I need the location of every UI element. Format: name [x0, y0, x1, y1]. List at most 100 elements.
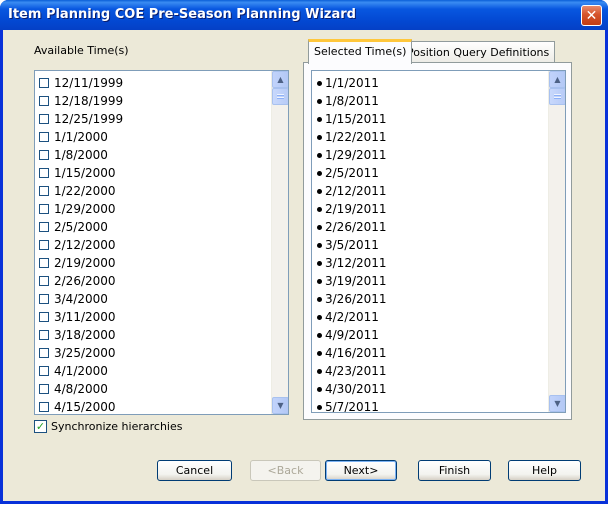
title-bar[interactable]: Item Planning COE Pre-Season Planning Wi…	[0, 0, 608, 30]
bullet-icon	[317, 170, 322, 176]
selected-time-item[interactable]: 3/26/2011	[312, 290, 548, 308]
item-checkbox[interactable]	[39, 132, 49, 142]
back-button[interactable]: <Back	[250, 460, 321, 481]
item-label: 2/26/2011	[325, 220, 387, 234]
item-checkbox[interactable]	[39, 204, 49, 214]
available-time-item[interactable]: 3/18/2000	[35, 326, 271, 344]
available-time-item[interactable]: 3/4/2000	[35, 290, 271, 308]
item-checkbox[interactable]	[39, 186, 49, 196]
close-button[interactable]: ✕	[581, 5, 602, 26]
item-checkbox[interactable]	[39, 366, 49, 376]
selected-time-item[interactable]: 1/22/2011	[312, 128, 548, 146]
selected-time-item[interactable]: 4/16/2011	[312, 344, 548, 362]
bullet-icon	[317, 134, 322, 140]
available-time-item[interactable]: 3/11/2000	[35, 308, 271, 326]
tab-position-query-definitions[interactable]: Position Query Definitions	[401, 41, 556, 63]
item-checkbox[interactable]	[39, 330, 49, 340]
selected-time-item[interactable]: 3/12/2011	[312, 254, 548, 272]
item-checkbox[interactable]	[39, 114, 49, 124]
available-time-item[interactable]: 1/29/2000	[35, 200, 271, 218]
item-checkbox[interactable]	[39, 294, 49, 304]
item-checkbox[interactable]	[39, 312, 49, 322]
help-button[interactable]: Help	[508, 460, 581, 481]
item-checkbox[interactable]	[39, 402, 49, 412]
synchronize-hierarchies[interactable]: ✓ Synchronize hierarchies	[34, 420, 182, 433]
selected-time-item[interactable]: 4/23/2011	[312, 362, 548, 380]
bullet-icon	[317, 260, 322, 266]
available-time-item[interactable]: 4/15/2000	[35, 398, 271, 414]
available-time-item[interactable]: 2/19/2000	[35, 254, 271, 272]
item-label: 2/5/2011	[325, 166, 379, 180]
item-checkbox[interactable]	[39, 78, 49, 88]
bullet-icon	[317, 314, 322, 320]
selected-time-item[interactable]: 1/1/2011	[312, 74, 548, 92]
available-time-item[interactable]: 2/5/2000	[35, 218, 271, 236]
item-label: 12/25/1999	[54, 112, 124, 126]
synchronize-label: Synchronize hierarchies	[51, 420, 183, 433]
item-label: 4/15/2000	[54, 400, 116, 414]
item-checkbox[interactable]	[39, 240, 49, 250]
scroll-thumb[interactable]	[549, 88, 565, 105]
available-time-item[interactable]: 1/8/2000	[35, 146, 271, 164]
checkmark-icon: ✓	[35, 420, 46, 433]
available-time-item[interactable]: 4/1/2000	[35, 362, 271, 380]
item-checkbox[interactable]	[39, 348, 49, 358]
item-checkbox[interactable]	[39, 258, 49, 268]
selected-time-item[interactable]: 2/19/2011	[312, 200, 548, 218]
selected-time-item[interactable]: 3/5/2011	[312, 236, 548, 254]
selected-time-item[interactable]: 1/8/2011	[312, 92, 548, 110]
bullet-icon	[317, 350, 322, 356]
scroll-up-button[interactable]: ▲	[549, 71, 565, 88]
available-time-item[interactable]: 1/1/2000	[35, 128, 271, 146]
close-icon: ✕	[585, 7, 598, 24]
item-label: 3/11/2000	[54, 310, 116, 324]
selected-time-item[interactable]: 2/12/2011	[312, 182, 548, 200]
synchronize-checkbox[interactable]: ✓	[34, 420, 47, 433]
tab-selected-times[interactable]: Selected Time(s)	[308, 39, 413, 64]
cancel-button[interactable]: Cancel	[157, 460, 232, 481]
available-time-item[interactable]: 3/25/2000	[35, 344, 271, 362]
item-checkbox[interactable]	[39, 150, 49, 160]
scroll-down-button[interactable]: ▼	[549, 395, 565, 412]
item-label: 4/30/2011	[325, 382, 387, 396]
selected-time-item[interactable]: 2/5/2011	[312, 164, 548, 182]
selected-time-item[interactable]: 4/9/2011	[312, 326, 548, 344]
available-times-list[interactable]: 12/11/1999 12/18/1999 12/25/1999 1/1/2000 1/…	[34, 70, 289, 415]
available-time-item[interactable]: 12/18/1999	[35, 92, 271, 110]
item-checkbox[interactable]	[39, 276, 49, 286]
bullet-icon	[317, 386, 322, 392]
item-label: 1/8/2011	[325, 94, 379, 108]
available-time-item[interactable]: 12/11/1999	[35, 74, 271, 92]
selected-times-list[interactable]: 1/1/2011 1/8/2011 1/15/2011 1/22/2011 1/29/2…	[311, 70, 566, 413]
available-list-scrollbar[interactable]: ▲ ▼	[271, 71, 288, 414]
item-checkbox[interactable]	[39, 168, 49, 178]
item-checkbox[interactable]	[39, 96, 49, 106]
item-label: 3/26/2011	[325, 292, 387, 306]
available-time-item[interactable]: 4/8/2000	[35, 380, 271, 398]
selected-time-item[interactable]: 4/30/2011	[312, 380, 548, 398]
selected-time-item[interactable]: 2/26/2011	[312, 218, 548, 236]
available-time-item[interactable]: 1/22/2000	[35, 182, 271, 200]
selected-time-item[interactable]: 1/15/2011	[312, 110, 548, 128]
available-time-item[interactable]: 2/12/2000	[35, 236, 271, 254]
item-label: 4/9/2011	[325, 328, 379, 342]
finish-button[interactable]: Finish	[418, 460, 491, 481]
available-time-item[interactable]: 1/15/2000	[35, 164, 271, 182]
chevron-up-icon: ▲	[554, 74, 561, 84]
item-label: 3/25/2000	[54, 346, 116, 360]
selected-list-scrollbar[interactable]: ▲ ▼	[548, 71, 565, 412]
selected-time-item[interactable]: 4/2/2011	[312, 308, 548, 326]
scroll-up-button[interactable]: ▲	[272, 71, 288, 88]
chevron-up-icon: ▲	[277, 74, 284, 84]
dialog-client-area: Available Time(s) 12/11/1999 12/18/1999 12…	[3, 30, 605, 501]
item-checkbox[interactable]	[39, 384, 49, 394]
item-checkbox[interactable]	[39, 222, 49, 232]
selected-time-item[interactable]: 3/19/2011	[312, 272, 548, 290]
available-time-item[interactable]: 12/25/1999	[35, 110, 271, 128]
scroll-thumb[interactable]	[272, 88, 288, 105]
available-time-item[interactable]: 2/26/2000	[35, 272, 271, 290]
next-button[interactable]: Next>	[325, 460, 397, 481]
selected-time-item[interactable]: 1/29/2011	[312, 146, 548, 164]
scroll-down-button[interactable]: ▼	[272, 397, 288, 414]
selected-time-item[interactable]: 5/7/2011	[312, 398, 548, 412]
